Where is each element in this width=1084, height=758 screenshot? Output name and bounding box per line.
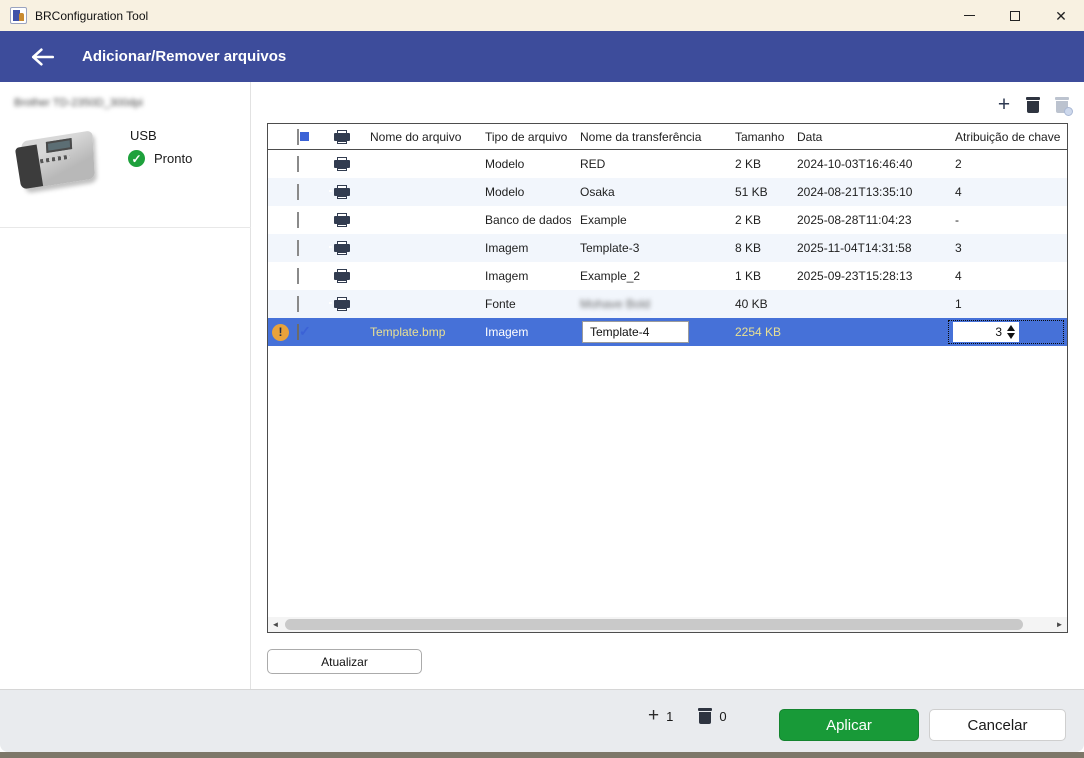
row-checkbox[interactable] bbox=[297, 268, 299, 284]
cell-key: 1 bbox=[946, 297, 1067, 311]
cell-file-type: Imagem bbox=[476, 241, 571, 255]
table-header: Nome do arquivo Tipo de arquivo Nome da … bbox=[268, 124, 1067, 150]
cell-size: 40 KB bbox=[726, 297, 788, 311]
cell-key: 4 bbox=[946, 269, 1067, 283]
connection-type: USB bbox=[130, 128, 157, 143]
window-bottom-edge bbox=[0, 752, 1084, 758]
table-row[interactable]: Imagem Example_2 1 KB 2025-09-23T15:28:1… bbox=[268, 262, 1067, 290]
col-date[interactable]: Data bbox=[788, 130, 946, 144]
cell-date: 2025-11-04T14:31:58 bbox=[788, 241, 946, 255]
transfer-name-input[interactable] bbox=[582, 321, 689, 343]
table-row-selected[interactable]: ! Template.bmp Imagem 2254 KB 3 bbox=[268, 318, 1067, 346]
back-arrow-icon[interactable] bbox=[30, 47, 56, 67]
add-count-icon: + bbox=[648, 707, 659, 725]
table-row[interactable]: Imagem Template-3 8 KB 2025-11-04T14:31:… bbox=[268, 234, 1067, 262]
cell-transfer-name: Mohave Bold bbox=[571, 297, 726, 311]
cell-file-type: Imagem bbox=[476, 325, 571, 339]
key-spinner-value: 3 bbox=[995, 325, 1007, 339]
table-row[interactable]: Fonte Mohave Bold 40 KB 1 bbox=[268, 290, 1067, 318]
table-row[interactable]: Modelo RED 2 KB 2024-10-03T16:46:40 2 bbox=[268, 150, 1067, 178]
cell-size: 8 KB bbox=[726, 241, 788, 255]
row-checkbox[interactable] bbox=[297, 240, 299, 256]
title-bar: BRConfiguration Tool ✕ bbox=[0, 0, 1084, 31]
horizontal-scrollbar[interactable]: ◄ ► bbox=[268, 617, 1067, 632]
cell-date: 2025-09-23T15:28:13 bbox=[788, 269, 946, 283]
nav-bar: Adicionar/Remover arquivos bbox=[0, 31, 1084, 82]
device-panel: Brother TD-2350D_300dpi USB ✓ Pronto bbox=[0, 82, 251, 689]
cell-file-type: Banco de dados bbox=[476, 213, 571, 227]
cancel-button[interactable]: Cancelar bbox=[929, 709, 1066, 741]
cell-size: 51 KB bbox=[726, 185, 788, 199]
file-table: Nome do arquivo Tipo de arquivo Nome da … bbox=[267, 123, 1068, 633]
cell-date: 2025-08-28T11:04:23 bbox=[788, 213, 946, 227]
cell-size: 2 KB bbox=[726, 213, 788, 227]
delete-schedule-icon[interactable] bbox=[1052, 95, 1072, 115]
device-status: Pronto bbox=[154, 151, 192, 166]
key-spinner[interactable]: 3 bbox=[948, 320, 1064, 344]
page-title: Adicionar/Remover arquivos bbox=[82, 48, 286, 65]
cell-size: 2254 KB bbox=[726, 325, 788, 339]
close-button[interactable]: ✕ bbox=[1038, 0, 1084, 31]
cell-file-type: Modelo bbox=[476, 185, 571, 199]
cell-date: 2024-08-21T13:35:10 bbox=[788, 185, 946, 199]
warning-icon: ! bbox=[272, 324, 289, 341]
col-key[interactable]: Atribuição de chave bbox=[946, 130, 1067, 144]
cell-transfer-name: RED bbox=[571, 157, 726, 171]
cell-key: - bbox=[946, 213, 1067, 227]
row-checkbox-checked[interactable] bbox=[297, 324, 299, 340]
cell-transfer-name: Example_2 bbox=[571, 269, 726, 283]
scroll-right-icon[interactable]: ► bbox=[1052, 617, 1067, 632]
panel-divider bbox=[0, 227, 251, 228]
cell-size: 2 KB bbox=[726, 157, 788, 171]
maximize-button[interactable] bbox=[992, 0, 1038, 31]
apply-button[interactable]: Aplicar bbox=[779, 709, 919, 741]
app-icon bbox=[10, 7, 27, 24]
scrollbar-thumb[interactable] bbox=[285, 619, 1023, 630]
add-count: 1 bbox=[666, 709, 691, 724]
delete-count-icon bbox=[698, 708, 712, 724]
spinner-up-icon[interactable] bbox=[1007, 325, 1015, 331]
cell-key: 3 bbox=[946, 241, 1067, 255]
refresh-button[interactable]: Atualizar bbox=[267, 649, 422, 674]
cell-transfer-name: Template-3 bbox=[571, 241, 726, 255]
table-row[interactable]: Banco de dados Example 2 KB 2025-08-28T1… bbox=[268, 206, 1067, 234]
cell-file-type: Imagem bbox=[476, 269, 571, 283]
footer-bar: + 1 0 Aplicar Cancelar bbox=[0, 689, 1084, 752]
table-row[interactable]: Modelo Osaka 51 KB 2024-08-21T13:35:10 4 bbox=[268, 178, 1067, 206]
cell-file-type: Fonte bbox=[476, 297, 571, 311]
printer-photo bbox=[18, 124, 100, 196]
delete-file-icon[interactable] bbox=[1023, 95, 1043, 115]
col-file-type[interactable]: Tipo de arquivo bbox=[476, 130, 571, 144]
row-checkbox[interactable] bbox=[297, 184, 299, 200]
minimize-icon bbox=[964, 15, 975, 16]
cell-date: 2024-10-03T16:46:40 bbox=[788, 157, 946, 171]
maximize-icon bbox=[1010, 11, 1020, 21]
cell-size: 1 KB bbox=[726, 269, 788, 283]
scroll-left-icon[interactable]: ◄ bbox=[268, 617, 283, 632]
cell-file-name: Template.bmp bbox=[361, 325, 476, 339]
file-toolbar: + bbox=[994, 95, 1072, 115]
row-checkbox[interactable] bbox=[297, 156, 299, 172]
select-all-checkbox[interactable] bbox=[297, 129, 299, 145]
cell-transfer-name: Example bbox=[571, 213, 726, 227]
row-checkbox[interactable] bbox=[297, 296, 299, 312]
cell-file-type: Modelo bbox=[476, 157, 571, 171]
device-name: Brother TD-2350D_300dpi bbox=[14, 97, 143, 109]
delete-count: 0 bbox=[719, 709, 744, 724]
col-transfer-name[interactable]: Nome da transferência bbox=[571, 130, 726, 144]
row-checkbox[interactable] bbox=[297, 212, 299, 228]
col-file-name[interactable]: Nome do arquivo bbox=[361, 130, 476, 144]
cell-key: 4 bbox=[946, 185, 1067, 199]
minimize-button[interactable] bbox=[946, 0, 992, 31]
cell-key: 2 bbox=[946, 157, 1067, 171]
ready-check-icon: ✓ bbox=[128, 150, 145, 167]
col-size[interactable]: Tamanho bbox=[726, 130, 788, 144]
spinner-down-icon[interactable] bbox=[1007, 333, 1015, 339]
add-file-icon[interactable]: + bbox=[994, 95, 1014, 115]
window-title: BRConfiguration Tool bbox=[35, 9, 148, 23]
cell-transfer-name: Osaka bbox=[571, 185, 726, 199]
close-icon: ✕ bbox=[1055, 9, 1067, 23]
